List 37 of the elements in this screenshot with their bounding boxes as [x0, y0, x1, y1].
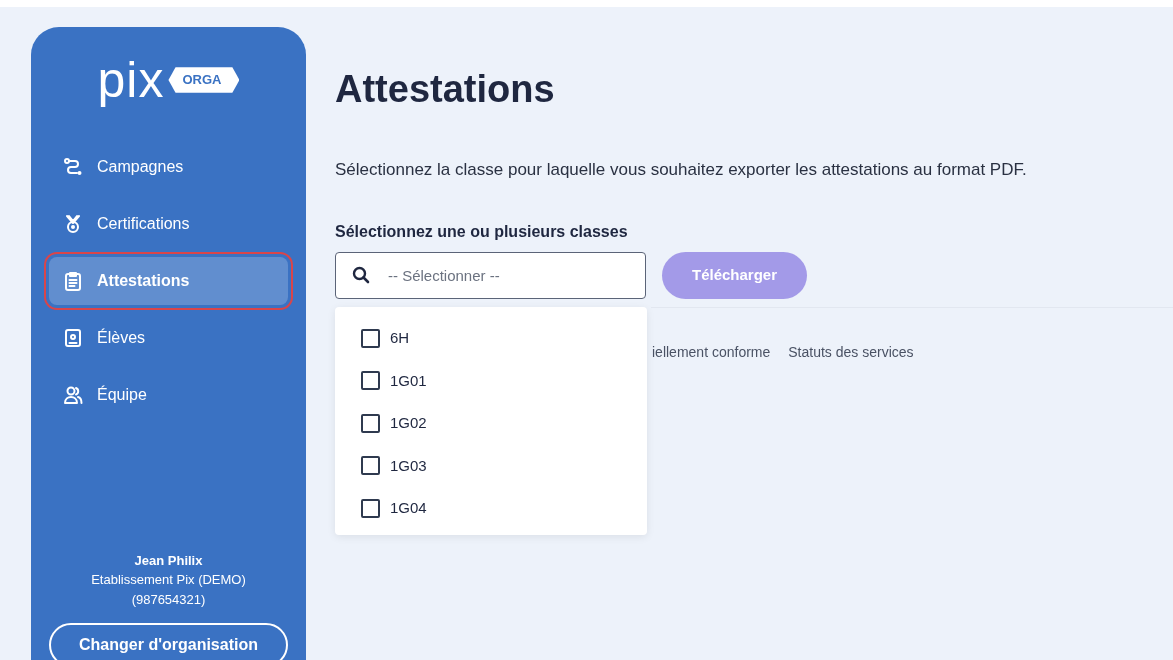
checkbox[interactable]	[361, 328, 380, 348]
dropdown-option[interactable]: 1G01	[361, 359, 647, 403]
logo-badge: ORGA	[168, 67, 240, 93]
dropdown-option[interactable]: 1G03	[361, 444, 647, 488]
page-title: Attestations	[335, 67, 556, 112]
organization-name: Etablissement Pix (DEMO)	[90, 571, 247, 589]
medal-icon	[63, 214, 83, 234]
nav-item[interactable]: Campagnes	[49, 143, 288, 191]
nav-item[interactable]: Certifications	[49, 200, 288, 248]
option-label: 1G03	[390, 455, 427, 476]
checkbox[interactable]	[361, 498, 380, 518]
change-organization-button[interactable]: Changer d'organisation	[49, 623, 288, 660]
option-label: 1G04	[390, 498, 427, 519]
option-label: 1G01	[390, 370, 427, 391]
dropdown-option[interactable]: 1G04	[361, 487, 647, 530]
student-card-icon	[63, 328, 83, 348]
dropdown-option[interactable]: 1G02	[361, 402, 647, 445]
organization-code: (987654321)	[130, 590, 207, 609]
search-field[interactable]: -- Sélectionner --	[335, 252, 646, 300]
route-icon	[63, 157, 83, 177]
nav-item[interactable]: Élèves	[49, 314, 288, 362]
dropdown-option[interactable]: 6H	[361, 317, 647, 360]
footer-link[interactable]: Statuts des services	[788, 342, 914, 364]
people-icon	[63, 385, 83, 405]
search-icon	[352, 266, 370, 285]
option-label: 6H	[390, 328, 410, 349]
page-description: Sélectionnez la classe pour laquelle vous souhaitez exporter les attestations au format PDF.	[335, 158, 1028, 181]
clipboard-icon	[63, 271, 83, 291]
field-label: Sélectionnez une ou plusieurs classes	[335, 222, 629, 243]
logo-wordmark: pix	[97, 55, 165, 105]
checkbox[interactable]	[361, 371, 380, 391]
checkbox[interactable]	[361, 413, 380, 433]
option-label: 1G02	[390, 413, 427, 434]
footer-link[interactable]: iellement conforme	[652, 342, 771, 364]
checkbox[interactable]	[361, 456, 380, 476]
user-name: Jean Philix	[133, 551, 204, 570]
nav-item[interactable]: Équipe	[49, 371, 288, 419]
